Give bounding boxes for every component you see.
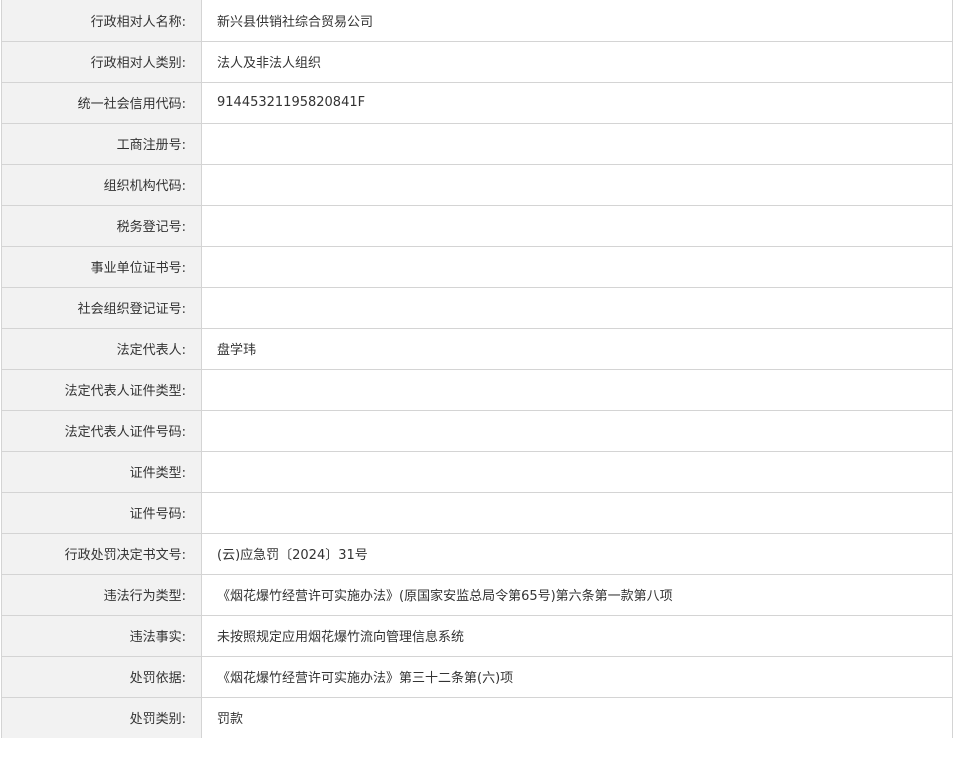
field-label: 违法行为类型:: [1, 573, 202, 616]
field-label: 法定代表人:: [1, 327, 202, 370]
field-label: 行政相对人类别:: [1, 40, 202, 83]
row-subject-name: 行政相对人名称: 新兴县供销社综合贸易公司: [1, 0, 953, 42]
row-tax-reg-no: 税务登记号:: [1, 204, 953, 247]
field-value: 91445321195820841F: [201, 81, 953, 124]
field-value: 罚款: [201, 696, 953, 738]
field-label: 组织机构代码:: [1, 163, 202, 206]
row-legal-representative: 法定代表人: 盘学玮: [1, 327, 953, 370]
field-value: 盘学玮: [201, 327, 953, 370]
field-value: 未按照规定应用烟花爆竹流向管理信息系统: [201, 614, 953, 657]
row-institution-cert-no: 事业单位证书号:: [1, 245, 953, 288]
row-credit-code: 统一社会信用代码: 91445321195820841F: [1, 81, 953, 124]
field-value: [201, 286, 953, 329]
field-label: 社会组织登记证号:: [1, 286, 202, 329]
field-value: [201, 245, 953, 288]
row-id-type: 证件类型:: [1, 450, 953, 493]
row-social-org-reg-no: 社会组织登记证号:: [1, 286, 953, 329]
field-label: 处罚依据:: [1, 655, 202, 698]
field-value: [201, 409, 953, 452]
field-label: 行政相对人名称:: [1, 0, 202, 42]
row-business-reg-no: 工商注册号:: [1, 122, 953, 165]
row-legal-rep-id-no: 法定代表人证件号码:: [1, 409, 953, 452]
row-org-code: 组织机构代码:: [1, 163, 953, 206]
field-label: 处罚类别:: [1, 696, 202, 738]
field-value: 《烟花爆竹经营许可实施办法》第三十二条第(六)项: [201, 655, 953, 698]
field-label: 行政处罚决定书文号:: [1, 532, 202, 575]
field-value: 《烟花爆竹经营许可实施办法》(原国家安监总局令第65号)第六条第一款第八项: [201, 573, 953, 616]
field-label: 违法事实:: [1, 614, 202, 657]
field-value: 新兴县供销社综合贸易公司: [201, 0, 953, 42]
row-penalty-category: 处罚类别: 罚款: [1, 696, 953, 738]
field-value: 法人及非法人组织: [201, 40, 953, 83]
field-value: [201, 450, 953, 493]
field-value: [201, 122, 953, 165]
field-label: 税务登记号:: [1, 204, 202, 247]
row-subject-category: 行政相对人类别: 法人及非法人组织: [1, 40, 953, 83]
field-value: [201, 368, 953, 411]
row-violation-type: 违法行为类型: 《烟花爆竹经营许可实施办法》(原国家安监总局令第65号)第六条第…: [1, 573, 953, 616]
row-id-no: 证件号码:: [1, 491, 953, 534]
field-value: (云)应急罚〔2024〕31号: [201, 532, 953, 575]
field-label: 证件号码:: [1, 491, 202, 534]
row-penalty-basis: 处罚依据: 《烟花爆竹经营许可实施办法》第三十二条第(六)项: [1, 655, 953, 698]
field-label: 法定代表人证件号码:: [1, 409, 202, 452]
row-decision-doc-no: 行政处罚决定书文号: (云)应急罚〔2024〕31号: [1, 532, 953, 575]
field-value: [201, 491, 953, 534]
penalty-record-table: 行政相对人名称: 新兴县供销社综合贸易公司 行政相对人类别: 法人及非法人组织 …: [1, 0, 953, 738]
field-label: 证件类型:: [1, 450, 202, 493]
field-value: [201, 163, 953, 206]
field-label: 统一社会信用代码:: [1, 81, 202, 124]
row-legal-rep-id-type: 法定代表人证件类型:: [1, 368, 953, 411]
field-label: 法定代表人证件类型:: [1, 368, 202, 411]
field-label: 工商注册号:: [1, 122, 202, 165]
field-label: 事业单位证书号:: [1, 245, 202, 288]
field-value: [201, 204, 953, 247]
row-violation-facts: 违法事实: 未按照规定应用烟花爆竹流向管理信息系统: [1, 614, 953, 657]
